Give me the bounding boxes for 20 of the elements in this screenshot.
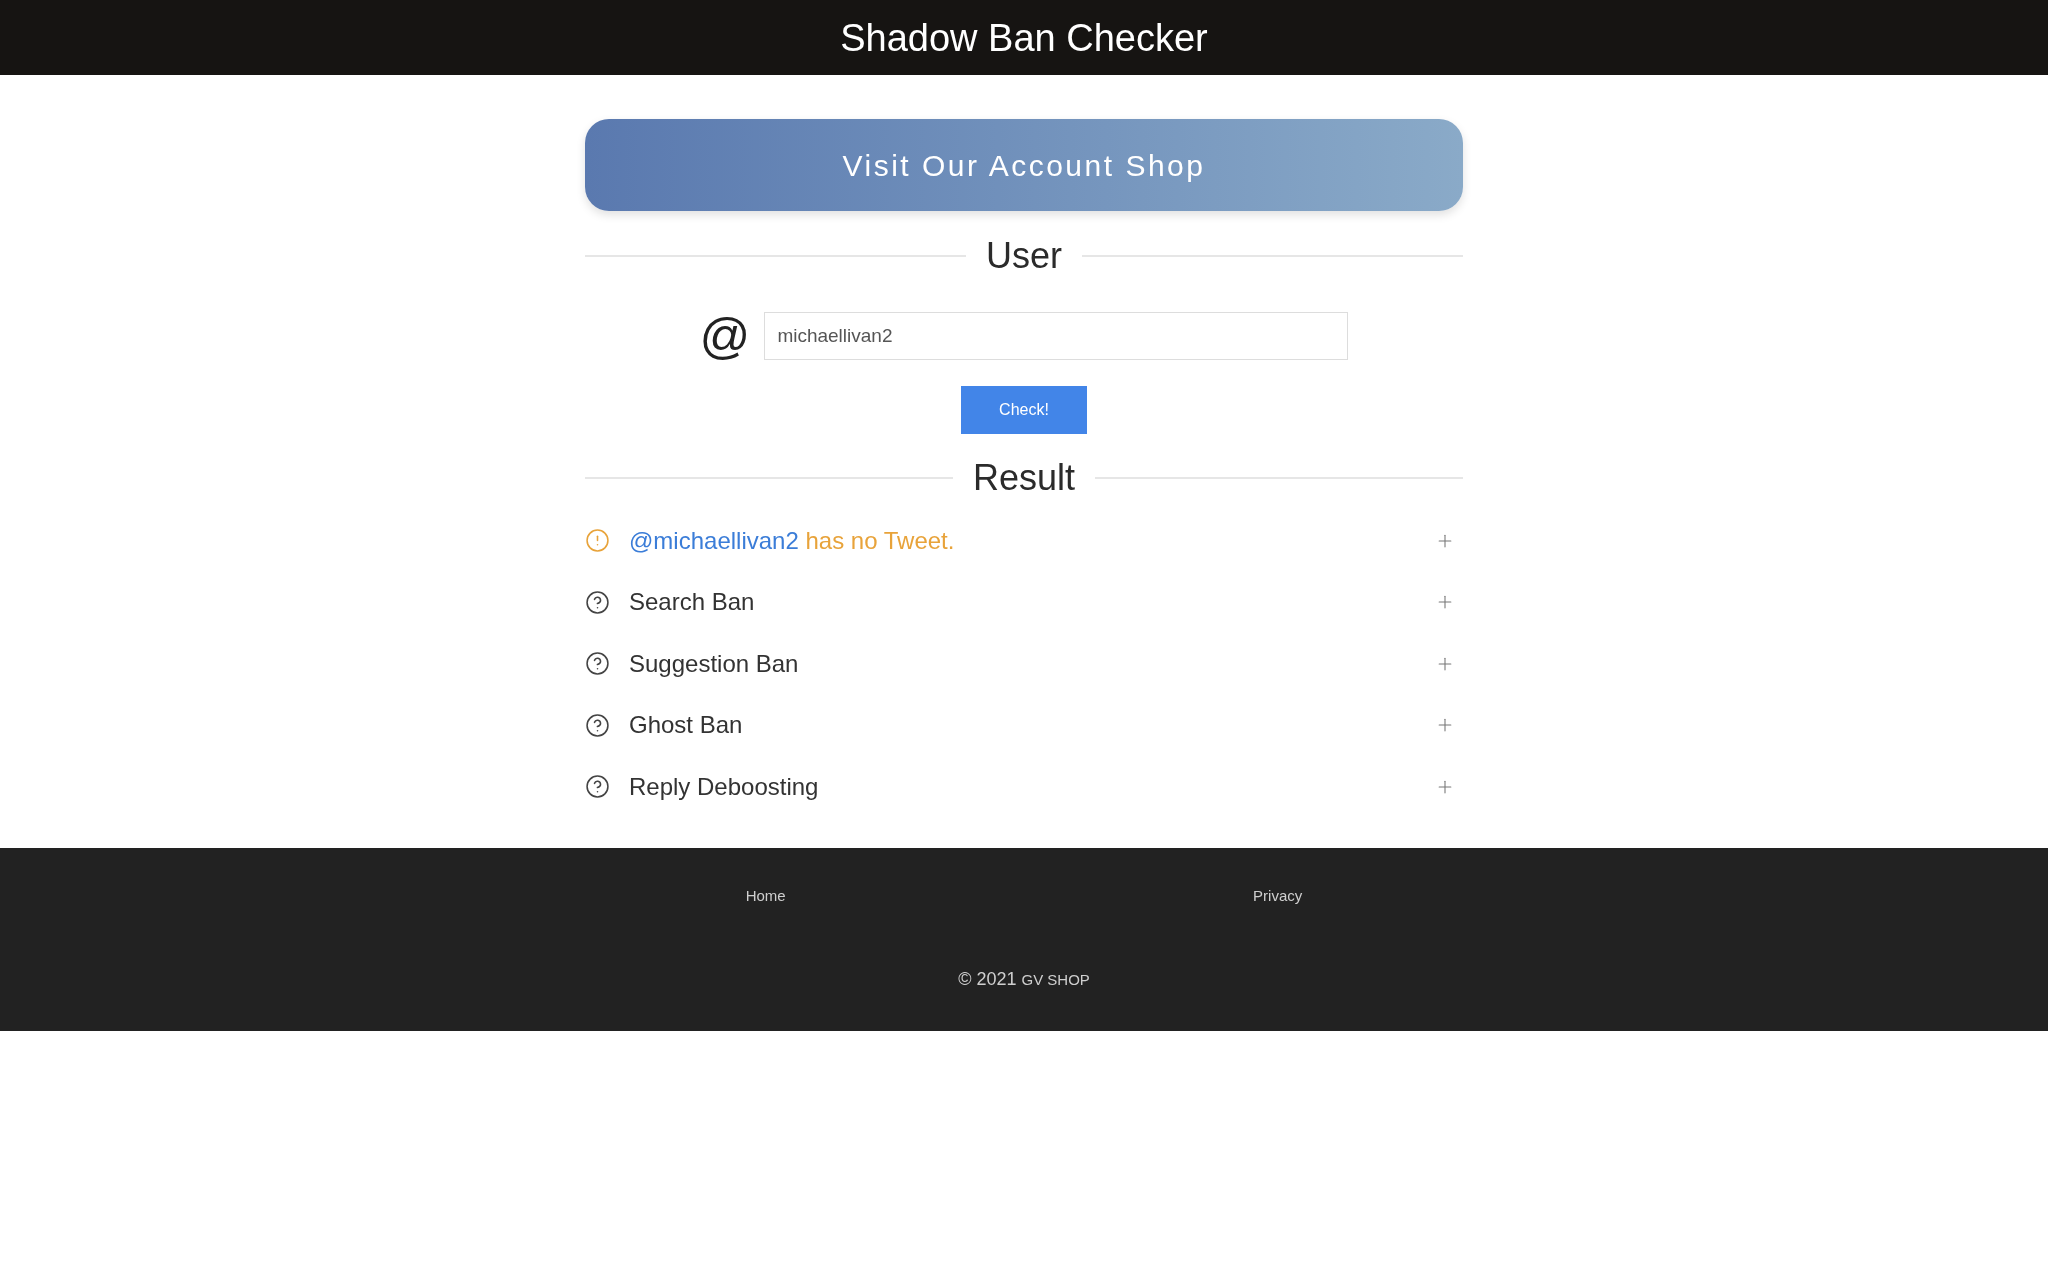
user-link[interactable]: @michaellivan2: [629, 526, 799, 554]
at-sign-label: @: [699, 311, 751, 361]
copyright-text: © 2021 GV SHOP: [958, 967, 1090, 991]
footer-link[interactable]: Privacy: [1253, 885, 1303, 906]
help-circle-icon: [585, 589, 610, 615]
alert-circle-icon: [585, 528, 610, 554]
help-circle-icon: [585, 712, 610, 738]
result-title[interactable]: Search Ban: [629, 584, 755, 621]
check-button[interactable]: Check!: [961, 386, 1087, 434]
section-heading: Result: [973, 456, 1076, 500]
page-title: Shadow Ban Checker: [840, 18, 1208, 57]
help-circle-icon: [585, 651, 610, 677]
section-heading: User: [986, 234, 1062, 278]
footer-link[interactable]: Home: [745, 885, 786, 906]
result-message: @michaellivan2 has no Tweet.: [629, 525, 955, 556]
result-title[interactable]: Suggestion Ban: [629, 645, 799, 682]
result-title[interactable]: Reply Deboosting: [629, 768, 819, 805]
help-circle-icon: [585, 774, 610, 800]
result-title[interactable]: Ghost Ban: [629, 707, 743, 744]
username-input[interactable]: michaellivan2: [764, 312, 1349, 360]
